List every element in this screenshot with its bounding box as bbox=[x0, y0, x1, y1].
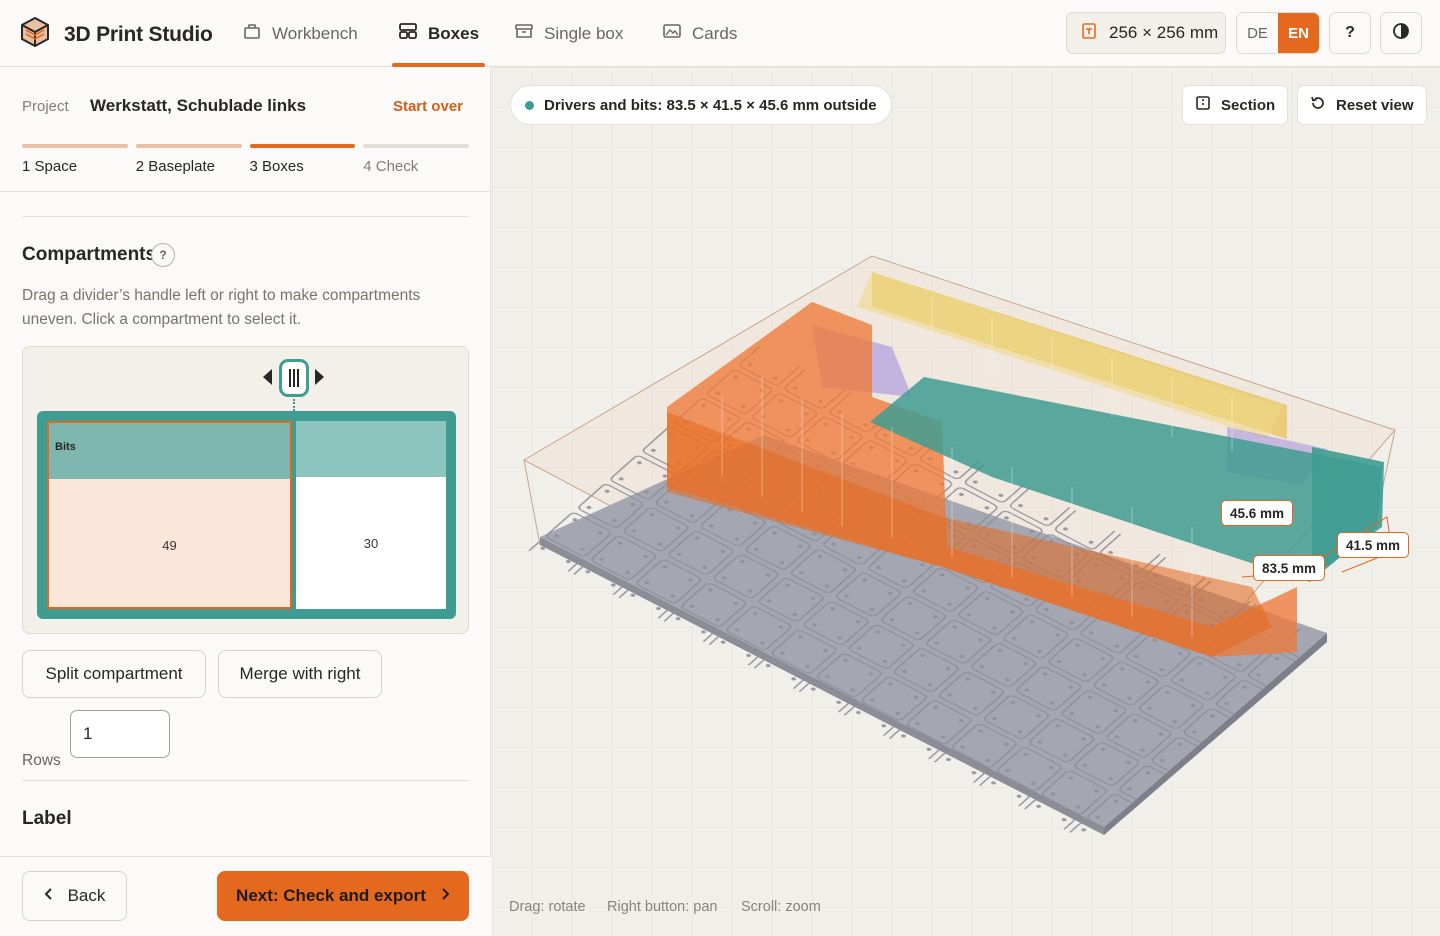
theme-toggle-button[interactable] bbox=[1380, 12, 1422, 54]
tab-workbench-label: Workbench bbox=[272, 23, 358, 43]
cards-icon bbox=[662, 22, 682, 45]
hint-rotate: Drag: rotate bbox=[509, 899, 586, 915]
next-check-export-button[interactable]: Next: Check and export bbox=[217, 871, 469, 921]
step-check[interactable]: 4 Check bbox=[363, 144, 469, 175]
plate-size-value: 256 × 256 mm bbox=[1109, 23, 1219, 42]
hint-pan: Right button: pan bbox=[607, 899, 718, 915]
dim-depth-label: 41.5 mm bbox=[1337, 532, 1410, 558]
compartment-bits[interactable]: Bits 49 bbox=[47, 421, 292, 609]
app-logo-icon bbox=[20, 16, 50, 53]
project-row: Project Werkstatt, Schublade links Start… bbox=[22, 96, 463, 116]
merge-with-right-button[interactable]: Merge with right bbox=[218, 650, 382, 698]
divider bbox=[22, 216, 469, 217]
workbench-icon bbox=[242, 22, 262, 45]
tab-workbench[interactable]: Workbench bbox=[242, 0, 358, 67]
reset-view-label: Reset view bbox=[1336, 96, 1414, 114]
section-button-label: Section bbox=[1221, 96, 1276, 114]
step-space[interactable]: 1 Space bbox=[22, 144, 128, 175]
plate-size-selector[interactable]: 256 × 256 mm bbox=[1066, 12, 1226, 54]
lang-de-button[interactable]: DE bbox=[1237, 13, 1278, 53]
compartments-help-icon[interactable]: ? bbox=[151, 243, 175, 267]
tab-cards[interactable]: Cards bbox=[662, 0, 737, 67]
rows-input[interactable] bbox=[70, 710, 170, 758]
compartments-title: Compartments bbox=[22, 244, 157, 265]
compartment-size: 49 bbox=[49, 479, 290, 607]
tab-boxes[interactable]: Boxes bbox=[392, 0, 486, 67]
selected-box-summary: Drivers and bits: 83.5 × 41.5 × 45.6 mm … bbox=[544, 96, 877, 114]
compartment-size: 30 bbox=[296, 477, 446, 609]
back-button-label: Back bbox=[67, 886, 106, 905]
tab-single-box-label: Single box bbox=[544, 23, 624, 43]
lang-en-button[interactable]: EN bbox=[1278, 13, 1319, 53]
split-compartment-button[interactable]: Split compartment bbox=[22, 650, 206, 698]
printer-bed-icon bbox=[1081, 22, 1097, 45]
panel-scroll-area[interactable]: Compartments ? Drag a divider’s handle l… bbox=[0, 192, 491, 856]
step-boxes[interactable]: 3 Boxes bbox=[249, 144, 356, 175]
arrow-right-icon bbox=[315, 369, 324, 385]
back-button[interactable]: Back bbox=[22, 871, 127, 921]
wizard-steps: 1 Space 2 Baseplate 3 Boxes 4 Check bbox=[22, 144, 469, 175]
dim-width-label: 83.5 mm bbox=[1253, 555, 1326, 581]
next-button-label: Next: Check and export bbox=[236, 886, 426, 905]
boxes-icon bbox=[398, 22, 418, 45]
language-switch: DE EN bbox=[1236, 12, 1320, 54]
reset-view-button[interactable]: Reset view bbox=[1297, 85, 1427, 125]
compartment-label bbox=[296, 421, 446, 477]
brand[interactable]: 3D Print Studio bbox=[20, 16, 213, 53]
project-label: Project bbox=[22, 97, 69, 115]
project-name[interactable]: Werkstatt, Schublade links bbox=[90, 96, 306, 116]
section-button[interactable]: Section bbox=[1182, 85, 1289, 125]
left-panel: Project Werkstatt, Schublade links Start… bbox=[0, 67, 491, 936]
box-outline: Bits 49 30 bbox=[37, 411, 456, 619]
step-label: 2 Baseplate bbox=[135, 158, 215, 175]
tab-boxes-label: Boxes bbox=[428, 23, 480, 43]
hint-zoom: Scroll: zoom bbox=[741, 899, 821, 915]
step-progress-bar bbox=[363, 144, 469, 148]
selection-dot bbox=[525, 100, 534, 110]
step-progress-bar bbox=[249, 144, 356, 148]
divider-guide bbox=[293, 399, 295, 411]
compartments-description: Drag a divider’s handle left or right to… bbox=[22, 287, 421, 328]
panel-footer: Back Next: Check and export bbox=[0, 856, 491, 936]
step-label: 3 Boxes bbox=[249, 158, 304, 175]
chevron-left-icon bbox=[44, 886, 54, 906]
single-box-icon bbox=[514, 22, 534, 45]
contrast-icon bbox=[1392, 22, 1410, 45]
selected-box-chip: Drivers and bits: 83.5 × 41.5 × 45.6 mm … bbox=[510, 85, 892, 125]
rows-label: Rows bbox=[22, 752, 61, 769]
help-button[interactable]: ? bbox=[1329, 12, 1371, 54]
app-title: 3D Print Studio bbox=[64, 22, 213, 46]
compartment-editor: Bits 49 30 bbox=[22, 346, 469, 634]
arrow-left-icon bbox=[263, 369, 272, 385]
section-icon bbox=[1195, 95, 1211, 115]
chevron-right-icon bbox=[440, 886, 450, 906]
step-label: 1 Space bbox=[22, 158, 78, 175]
step-baseplate[interactable]: 2 Baseplate bbox=[135, 144, 242, 175]
3d-viewport[interactable]: Drivers and bits: 83.5 × 41.5 × 45.6 mm … bbox=[492, 67, 1440, 936]
tab-single-box[interactable]: Single box bbox=[514, 0, 623, 67]
step-label: 4 Check bbox=[363, 158, 419, 175]
step-progress-bar bbox=[22, 144, 128, 148]
dim-height-label: 45.6 mm bbox=[1221, 500, 1294, 526]
tab-cards-label: Cards bbox=[692, 23, 738, 43]
compartment-label: Bits bbox=[49, 423, 290, 479]
label-section-title: Label bbox=[22, 808, 72, 829]
reset-icon bbox=[1310, 95, 1326, 115]
step-progress-bar bbox=[135, 144, 242, 148]
3d-scene[interactable] bbox=[492, 67, 1440, 936]
divider bbox=[22, 780, 469, 781]
top-bar: 3D Print Studio Workbench Boxes Single b… bbox=[0, 0, 1440, 67]
divider-handle[interactable] bbox=[279, 359, 309, 397]
start-over-link[interactable]: Start over bbox=[393, 98, 463, 115]
compartment-right[interactable]: 30 bbox=[296, 421, 446, 609]
